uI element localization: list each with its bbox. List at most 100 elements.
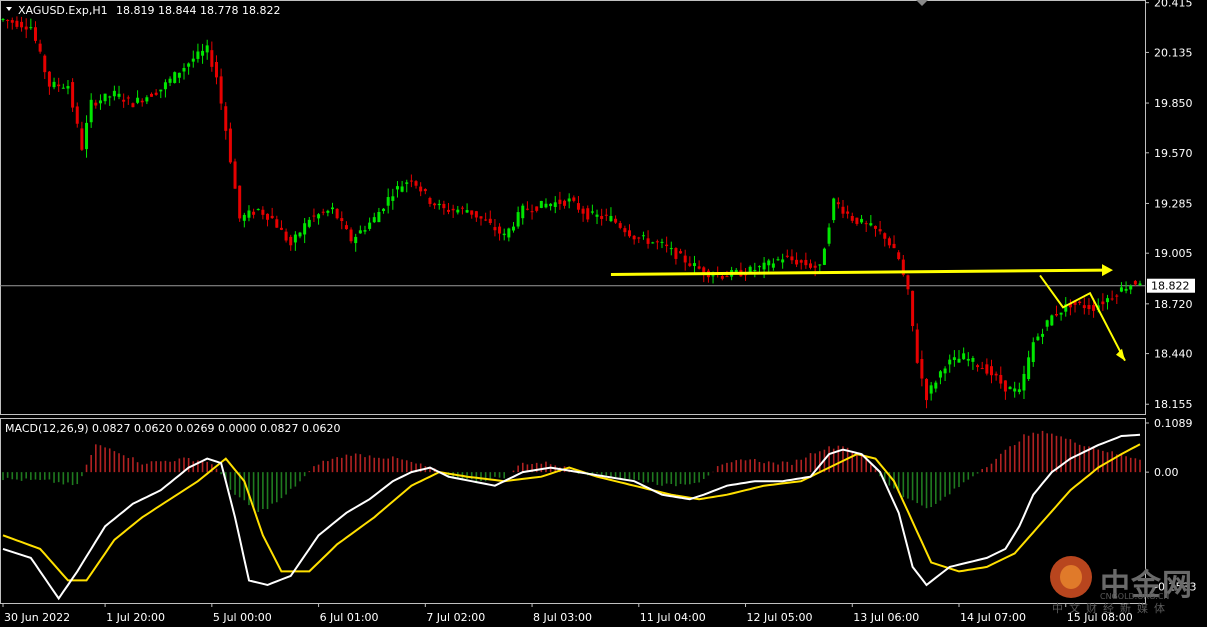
candle-body xyxy=(317,214,321,219)
candle-body xyxy=(771,263,775,268)
candle-body xyxy=(980,368,984,370)
price-tick-label: 20.135 xyxy=(1154,46,1193,59)
candle-body xyxy=(1106,298,1110,303)
candle-body xyxy=(354,236,358,244)
candle-body xyxy=(382,208,386,212)
candle-body xyxy=(697,266,701,269)
candle-body xyxy=(52,81,56,88)
candle-body xyxy=(428,197,432,204)
candle-body xyxy=(999,374,1003,384)
candle-body xyxy=(553,202,557,207)
candle-body xyxy=(1138,283,1142,286)
candle-body xyxy=(679,251,683,254)
candle-body xyxy=(618,223,622,228)
candle-body xyxy=(669,248,673,250)
candle-body xyxy=(201,50,205,56)
candle-body xyxy=(433,203,437,206)
candle-body xyxy=(330,207,334,210)
candle-body xyxy=(544,203,548,208)
candle-body xyxy=(1054,313,1058,316)
candle-body xyxy=(651,242,655,244)
candle-body xyxy=(878,229,882,232)
candle-body xyxy=(883,233,887,239)
candle-body xyxy=(474,211,478,218)
candle-body xyxy=(261,209,265,215)
candle-body xyxy=(289,236,293,246)
candle-body xyxy=(720,275,724,279)
candle-body xyxy=(957,358,961,363)
candle-body xyxy=(966,358,970,361)
candle-body xyxy=(47,71,51,87)
candle-body xyxy=(108,96,112,98)
candle-body xyxy=(405,182,409,184)
candle-body xyxy=(660,241,664,243)
candle-body xyxy=(61,87,65,89)
price-tick-label: 18.720 xyxy=(1154,298,1193,311)
candle-body xyxy=(38,43,42,52)
candle-body xyxy=(247,210,251,218)
candle-body xyxy=(233,161,237,189)
candle-body xyxy=(785,255,789,257)
candle-body xyxy=(776,259,780,261)
candle-body xyxy=(827,227,831,244)
price-tick-label: 19.005 xyxy=(1154,247,1193,260)
candle-body xyxy=(897,252,901,260)
candle-body xyxy=(386,197,390,206)
candle-body xyxy=(539,200,543,208)
candle-body xyxy=(925,378,929,401)
candle-body xyxy=(442,203,446,209)
candle-body xyxy=(586,208,590,220)
candle-body xyxy=(163,82,167,90)
candle-body xyxy=(609,215,613,222)
candle-body xyxy=(117,93,121,97)
candle-body xyxy=(150,93,154,97)
candle-body xyxy=(456,209,460,213)
candle-body xyxy=(85,122,89,150)
candle-body xyxy=(665,244,669,247)
candle-body xyxy=(182,68,186,72)
candle-body xyxy=(368,222,372,229)
current-price-label: 18.822 xyxy=(1151,280,1190,293)
candle-body xyxy=(804,259,808,266)
watermark-subtitle: 中文财经新媒体 xyxy=(1052,602,1171,615)
candle-body xyxy=(887,238,891,246)
candle-body xyxy=(1,19,5,21)
candle-body xyxy=(15,20,19,27)
candle-body xyxy=(632,235,636,240)
candle-body xyxy=(948,359,952,365)
candle-body xyxy=(836,202,840,205)
candle-body xyxy=(10,20,14,23)
candle-body xyxy=(177,72,181,78)
price-tick-label: 20.415 xyxy=(1154,0,1193,10)
candle-body xyxy=(994,373,998,376)
candle-body xyxy=(103,93,107,102)
dropdown-arrow-icon xyxy=(6,7,12,11)
candle-body xyxy=(284,231,288,241)
candle-body xyxy=(312,215,316,217)
candle-body xyxy=(1031,342,1035,363)
candle-body xyxy=(521,205,525,219)
candle-body xyxy=(641,235,645,237)
candle-body xyxy=(173,72,177,83)
candle-body xyxy=(962,353,966,360)
trading-chart[interactable]: 20.415 20.135 19.850 19.570 19.285 19.005 18.7… xyxy=(0,0,1207,627)
candle-body xyxy=(66,86,70,89)
time-tick-label: 14 Jul 07:00 xyxy=(960,611,1026,624)
candle-body xyxy=(363,230,367,232)
candle-body xyxy=(159,89,163,92)
candle-body xyxy=(623,228,627,233)
arrow-head-icon xyxy=(1102,264,1113,277)
candle-body xyxy=(1115,295,1119,297)
candle-body xyxy=(470,210,474,215)
candle-body xyxy=(256,209,260,211)
candle-body xyxy=(71,82,75,108)
candle-body xyxy=(298,232,302,237)
candle-body xyxy=(813,265,817,268)
time-tick-label: 13 Jul 06:00 xyxy=(853,611,919,624)
candle-body xyxy=(205,45,209,53)
candle-body xyxy=(563,200,567,206)
candle-body xyxy=(1017,389,1021,392)
candle-body xyxy=(846,211,850,214)
candle-body xyxy=(873,225,877,229)
candle-body xyxy=(841,206,845,214)
